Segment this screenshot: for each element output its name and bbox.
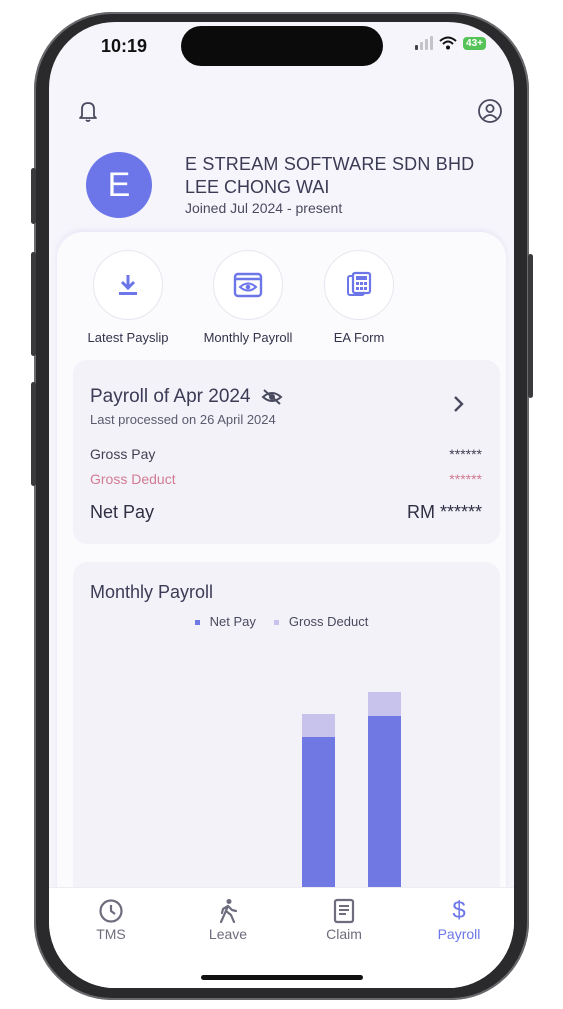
- gross-pay-value: ******: [449, 446, 482, 462]
- legend-net-pay-label: Net Pay: [209, 614, 256, 629]
- payroll-summary-card[interactable]: Payroll of Apr 2024 Last processed on 26…: [73, 360, 500, 544]
- tab-payroll[interactable]: $ Payroll: [419, 897, 499, 942]
- tab-claim-label: Claim: [326, 926, 362, 942]
- chevron-right-icon[interactable]: [452, 394, 466, 414]
- status-indicators: 43+: [415, 36, 486, 50]
- bottom-tab-bar: TMS Leave Claim $ Payroll: [49, 887, 514, 988]
- app-screen: 10:19 43+ E E STREAM SOFTWARE SDN BHD LE…: [49, 22, 514, 988]
- wifi-icon: [439, 36, 457, 50]
- dynamic-island: [181, 26, 383, 66]
- joined-date: Joined Jul 2024 - present: [185, 200, 343, 216]
- ea-form-circle: [324, 250, 394, 320]
- chart-legend: Net Pay Gross Deduct: [49, 614, 514, 629]
- ea-form-button[interactable]: EA Form: [299, 250, 419, 345]
- latest-payslip-circle: [93, 250, 163, 320]
- monthly-payroll-button[interactable]: Monthly Payroll: [188, 250, 308, 345]
- clock-icon: [99, 899, 123, 923]
- walk-icon: [219, 899, 238, 924]
- latest-payslip-label: Latest Payslip: [87, 330, 169, 345]
- bar-1-net-pay: [302, 737, 335, 897]
- calculator-icon: [347, 271, 372, 296]
- payroll-subtitle: Last processed on 26 April 2024: [90, 412, 276, 427]
- battery-icon: 43+: [463, 36, 486, 50]
- tab-claim[interactable]: Claim: [304, 898, 384, 942]
- bell-icon[interactable]: [75, 98, 101, 124]
- tab-leave-label: Leave: [208, 926, 248, 942]
- legend-gross-deduct-label: Gross Deduct: [288, 614, 369, 629]
- eye-icon: [233, 272, 263, 298]
- monthly-payroll-circle: [213, 250, 283, 320]
- side-button-power: [528, 254, 533, 398]
- latest-payslip-button[interactable]: Latest Payslip: [68, 250, 188, 345]
- side-button-volume-down: [31, 382, 36, 486]
- legend-net-pay: Net Pay: [194, 614, 256, 629]
- net-pay-label: Net Pay: [90, 502, 155, 522]
- gross-deduct-row: Gross Deduct ******: [90, 471, 482, 487]
- status-time: 10:19: [101, 36, 148, 56]
- receipt-icon: [333, 898, 355, 924]
- payroll-title: Payroll of Apr 2024: [90, 386, 251, 407]
- download-icon: [119, 275, 137, 295]
- side-button-silent: [31, 168, 36, 224]
- monthly-payroll-title: Monthly Payroll: [90, 582, 214, 602]
- ea-form-label: EA Form: [333, 330, 385, 345]
- net-pay-value: RM ******: [406, 502, 482, 522]
- bar-2-net-pay: [368, 716, 401, 897]
- gross-deduct-label: Gross Deduct: [90, 471, 176, 487]
- gross-pay-row: Gross Pay ******: [90, 446, 482, 462]
- gross-deduct-value: ******: [449, 471, 482, 487]
- payroll-title-row: Payroll of Apr 2024: [90, 386, 283, 408]
- side-button-volume-up: [31, 252, 36, 356]
- tab-payroll-label: Payroll: [437, 926, 481, 942]
- eye-off-icon[interactable]: [261, 388, 283, 406]
- tab-leave[interactable]: Leave: [188, 898, 268, 942]
- tab-tms-label: TMS: [96, 926, 126, 942]
- employee-name: LEE CHONG WAI: [185, 177, 330, 197]
- company-name: E STREAM SOFTWARE SDN BHD: [185, 154, 475, 174]
- profile-icon[interactable]: [477, 98, 503, 124]
- tab-tms[interactable]: TMS: [71, 898, 151, 942]
- gross-pay-label: Gross Pay: [90, 446, 156, 462]
- bar-2-gross-deduct: [368, 692, 401, 716]
- cellular-signal-icon: [415, 36, 434, 50]
- monthly-payroll-label: Monthly Payroll: [203, 330, 293, 345]
- dollar-icon: $: [452, 897, 466, 924]
- net-pay-row: Net Pay RM ******: [90, 502, 482, 523]
- home-indicator[interactable]: [201, 975, 363, 980]
- bar-1-gross-deduct: [302, 714, 335, 737]
- legend-gross-deduct: Gross Deduct: [273, 614, 369, 629]
- avatar: E: [86, 152, 152, 218]
